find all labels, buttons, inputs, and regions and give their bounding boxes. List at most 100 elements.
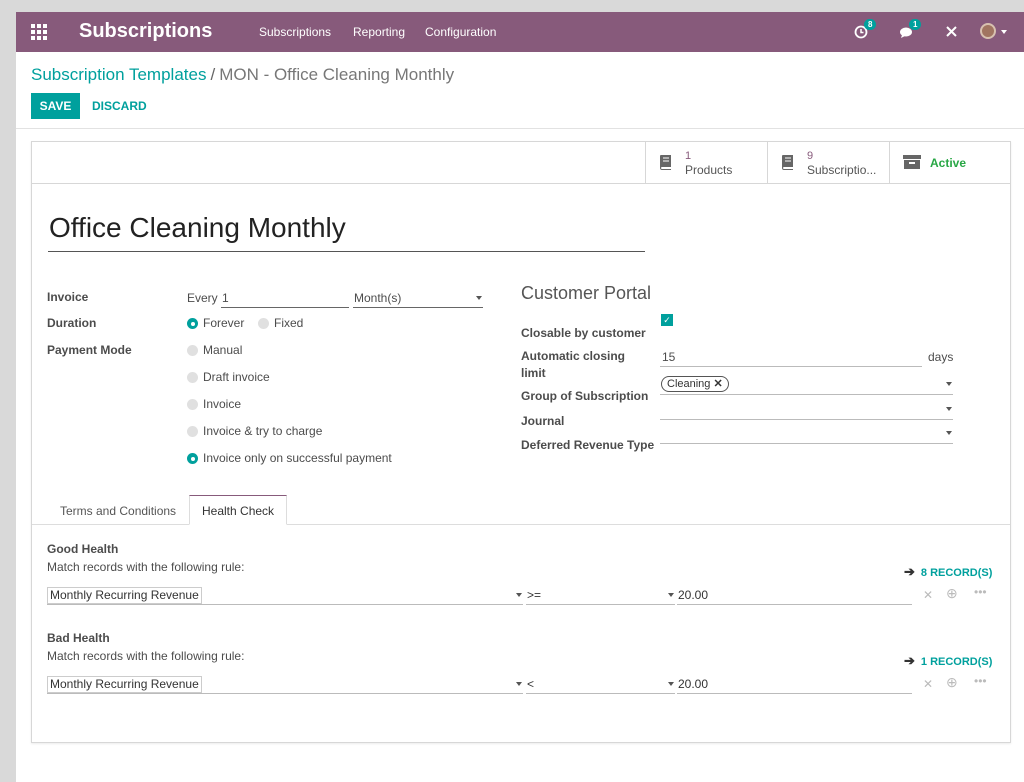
bad-health-value-input[interactable]: 20.00 [678,677,708,691]
closable-label: Closable by customer [521,326,646,340]
group-underline [660,394,953,395]
good-operator-underline [526,604,675,605]
auto-close-underline [660,366,922,367]
book-icon [782,155,793,170]
products-smart-button[interactable]: 1 Products [645,142,767,183]
app-window: Subscriptions Subscriptions Reporting Co… [16,12,1024,782]
bad-health-title: Bad Health [47,631,110,645]
menu-reporting[interactable]: Reporting [353,25,405,39]
tab-health-check[interactable]: Health Check [189,495,288,525]
active-label: Active [930,156,967,170]
payment-draft-radio[interactable] [187,372,198,383]
bad-health-records-link[interactable]: ➔ 1 RECORD(S) [904,653,992,669]
template-name-field[interactable]: Office Cleaning Monthly [48,212,645,252]
more-options-icon[interactable]: ••• [974,585,987,599]
activity-count-badge: 8 [864,19,877,30]
subscriptions-smart-button[interactable]: 9 Subscriptio... [767,142,889,183]
add-rule-icon[interactable]: ⊕ [946,585,958,602]
bad-field-underline [47,693,523,694]
subscriptions-label: Subscriptio... [807,163,877,177]
arrow-right-icon: ➔ [904,653,915,668]
invoice-interval-input[interactable]: 1 [222,291,229,305]
payment-manual-radio[interactable] [187,345,198,356]
journal-label: Journal [521,414,565,428]
deferred-underline [660,443,953,444]
bad-value-underline [677,693,912,694]
auto-close-label-limit: limit [521,366,546,380]
chevron-down-icon[interactable] [946,431,952,435]
chevron-down-icon [476,296,482,300]
cleaning-tag[interactable]: Cleaning ✕ [661,376,729,392]
add-rule-icon[interactable]: ⊕ [946,674,958,691]
good-value-underline [677,604,912,605]
duration-forever-radio[interactable] [187,318,198,329]
good-health-subtitle: Match records with the following rule: [47,560,245,574]
top-navbar: Subscriptions Subscriptions Reporting Co… [16,12,1024,52]
customer-portal-title: Customer Portal [521,283,652,303]
duration-fixed-label: Fixed [274,316,304,330]
payment-manual-label: Manual [203,343,243,357]
app-brand: Subscriptions [79,20,213,42]
chevron-down-icon[interactable] [516,682,522,686]
payment-success-radio[interactable] [187,453,198,464]
invoice-unit-select[interactable]: Month(s) [354,291,401,305]
chevron-down-icon[interactable] [668,682,674,686]
products-count: 1 [685,150,692,162]
cleaning-tag-label: Cleaning [667,378,711,390]
days-label: days [928,350,954,364]
chevron-down-icon[interactable] [668,593,674,597]
interval-underline [221,307,349,308]
products-label: Products [685,163,733,177]
active-toggle-button[interactable]: Active [889,142,1010,183]
control-panel-divider [16,128,1024,129]
invoice-label: Invoice [47,290,89,304]
subscriptions-count: 9 [807,150,814,162]
bad-health-field-select[interactable]: Monthly Recurring Revenue [47,676,202,693]
breadcrumb: Subscription Templates / MON - Office Clea… [31,65,454,85]
breadcrumb-current: MON - Office Cleaning Monthly [219,65,455,84]
duration-forever-label: Forever [203,316,245,330]
closable-checkbox[interactable]: ✓ [661,314,673,326]
auto-close-input[interactable]: 15 [662,350,675,364]
discard-button[interactable]: DISCARD [92,99,147,113]
tab-terms-and-conditions[interactable]: Terms and Conditions [47,495,189,525]
menu-configuration[interactable]: Configuration [425,25,496,39]
good-health-field-select[interactable]: Monthly Recurring Revenue [47,587,202,604]
good-health-operator-select[interactable]: >= [527,588,541,602]
chevron-down-icon[interactable] [946,382,952,386]
bad-health-operator-select[interactable]: < [527,677,534,691]
payment-mode-label: Payment Mode [47,343,132,357]
arrow-right-icon: ➔ [904,564,915,579]
chevron-down-icon [1001,30,1007,34]
apps-menu-icon[interactable] [31,24,47,40]
debug-tools-icon[interactable] [945,25,958,41]
duration-fixed-radio[interactable] [258,318,269,329]
deferred-revenue-label: Deferred Revenue Type [521,438,655,452]
breadcrumb-parent-link[interactable]: Subscription Templates [31,65,206,84]
chevron-down-icon[interactable] [946,407,952,411]
chevron-down-icon[interactable] [516,593,522,597]
breadcrumb-separator: / [210,65,216,84]
good-health-value-input[interactable]: 20.00 [678,588,708,602]
good-health-records-link[interactable]: ➔ 8 RECORD(S) [904,564,992,580]
delete-rule-icon[interactable]: ✕ [923,588,933,602]
menu-subscriptions[interactable]: Subscriptions [259,25,331,39]
bad-operator-underline [526,693,675,694]
payment-success-label: Invoice only on successful payment [203,451,392,465]
payment-charge-label: Invoice & try to charge [203,424,323,438]
payment-draft-label: Draft invoice [203,370,270,384]
remove-tag-icon[interactable]: ✕ [713,378,722,390]
payment-invoice-radio[interactable] [187,399,198,410]
payment-charge-radio[interactable] [187,426,198,437]
unit-underline [353,307,483,308]
every-label: Every [187,291,218,305]
group-label: Group of Subscription [521,389,649,403]
journal-underline [660,419,953,420]
more-options-icon[interactable]: ••• [974,674,987,688]
save-button[interactable]: SAVE [31,93,80,119]
smart-button-box: 1 Products 9 Subscriptio... Active [32,142,1010,184]
bad-health-records-count: 1 RECORD(S) [920,656,993,668]
form-sheet: 1 Products 9 Subscriptio... Active Offic… [31,141,1011,743]
avatar-image [980,23,996,39]
delete-rule-icon[interactable]: ✕ [923,677,933,691]
